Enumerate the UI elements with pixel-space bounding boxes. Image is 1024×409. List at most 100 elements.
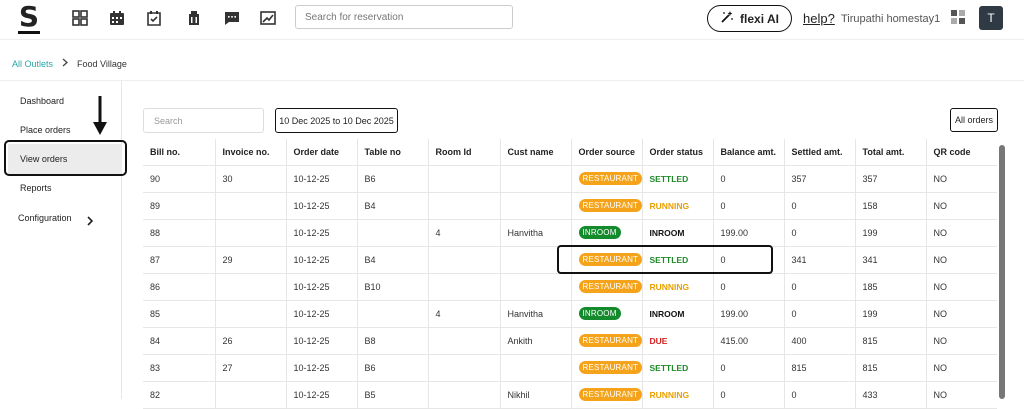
divider bbox=[0, 80, 1024, 81]
table-row[interactable]: 83 27 10-12-25 B6 RESTAURANT SETTLED 0 815 815 NO bbox=[143, 353, 997, 382]
cell-bill: 89 bbox=[143, 191, 216, 220]
orders-filter-select[interactable]: All orders bbox=[950, 108, 998, 132]
cell-settled: 815 bbox=[783, 353, 856, 382]
cell-table: B4 bbox=[356, 245, 429, 274]
breadcrumb: All Outlets Food Village bbox=[12, 58, 127, 69]
calendar-check-icon[interactable] bbox=[145, 9, 163, 27]
column-header: Cust name bbox=[499, 139, 572, 166]
cell-room bbox=[427, 272, 501, 301]
cell-qr: NO bbox=[925, 191, 997, 220]
cell-table bbox=[356, 218, 429, 247]
sidebar-item-place-orders[interactable]: Place orders bbox=[20, 125, 71, 135]
breadcrumb-all-outlets[interactable]: All Outlets bbox=[12, 59, 53, 69]
column-header: Order date bbox=[285, 139, 358, 166]
cell-bill: 87 bbox=[143, 245, 216, 274]
sidebar-item-view-orders[interactable]: View orders bbox=[20, 154, 67, 164]
table-row[interactable]: 86 10-12-25 B10 RESTAURANT RUNNING 0 0 185 NO bbox=[143, 272, 997, 301]
cell-table bbox=[356, 299, 429, 328]
order-status-label: DUE bbox=[649, 335, 668, 346]
cell-total: 199 bbox=[854, 218, 927, 247]
cell-room: 4 bbox=[427, 299, 501, 328]
cell-bill: 84 bbox=[143, 326, 216, 355]
table-row[interactable]: 89 10-12-25 B4 RESTAURANT RUNNING 0 0 158 NO bbox=[143, 191, 997, 220]
table-row[interactable]: 85 10-12-25 4 Hanvitha INROOM INROOM 199.00 0 19… bbox=[143, 299, 997, 328]
cell-invoice: 26 bbox=[214, 326, 287, 355]
cell-settled: 341 bbox=[783, 245, 856, 274]
cell-source: RESTAURANT bbox=[570, 353, 643, 382]
cell-source: RESTAURANT bbox=[570, 326, 643, 355]
app-logo[interactable]: S bbox=[18, 3, 40, 34]
column-header: Room Id bbox=[427, 139, 501, 166]
order-status-label: RUNNING bbox=[649, 389, 690, 400]
cell-room bbox=[427, 380, 501, 409]
annotation-highlight-box bbox=[557, 245, 773, 274]
report-icon[interactable] bbox=[259, 9, 277, 27]
breadcrumb-current: Food Village bbox=[77, 58, 127, 69]
calendar-icon[interactable] bbox=[108, 9, 126, 27]
sidebar-item-configuration[interactable]: Configuration bbox=[18, 213, 72, 223]
sidebar-item-dashboard[interactable]: Dashboard bbox=[20, 96, 64, 106]
cell-balance: 415.00 bbox=[712, 326, 785, 355]
cell-room bbox=[427, 164, 501, 193]
sidebar-item-reports[interactable]: Reports bbox=[20, 183, 52, 193]
cell-source: INROOM bbox=[570, 299, 643, 328]
cell-qr: NO bbox=[925, 272, 997, 301]
cell-qr: NO bbox=[925, 164, 997, 193]
chevron-right-icon[interactable] bbox=[86, 213, 94, 231]
cell-settled: 0 bbox=[783, 299, 856, 328]
column-header: Table no bbox=[356, 139, 429, 166]
cell-cust bbox=[499, 164, 572, 193]
cell-status: RUNNING bbox=[641, 191, 714, 220]
cell-room bbox=[427, 353, 501, 382]
dashboard-icon[interactable] bbox=[71, 9, 89, 27]
cell-table: B6 bbox=[356, 164, 429, 193]
cell-date: 10-12-25 bbox=[285, 326, 358, 355]
help-link[interactable]: help? bbox=[803, 11, 835, 26]
cell-balance: 0 bbox=[712, 353, 785, 382]
cell-source: RESTAURANT bbox=[570, 191, 643, 220]
table-row[interactable]: 90 30 10-12-25 B6 RESTAURANT SETTLED 0 357 357 NO bbox=[143, 164, 997, 193]
cell-total: 199 bbox=[854, 299, 927, 328]
column-header: Total amt. bbox=[854, 139, 927, 166]
order-source-badge: RESTAURANT bbox=[578, 199, 643, 212]
table-row[interactable]: 84 26 10-12-25 B8 Ankith RESTAURANT DUE 415.00 4… bbox=[143, 326, 997, 355]
cell-total: 815 bbox=[854, 326, 927, 355]
table-row[interactable]: 88 10-12-25 4 Hanvitha INROOM INROOM 199.00 0 19… bbox=[143, 218, 997, 247]
order-source-badge: RESTAURANT bbox=[578, 280, 643, 293]
cell-source: RESTAURANT bbox=[570, 272, 643, 301]
apps-grid-icon[interactable] bbox=[951, 10, 965, 24]
table-header-row: Bill no. Invoice no. Order date Table no Roo… bbox=[143, 139, 997, 166]
reservation-search-input[interactable] bbox=[295, 5, 513, 29]
column-header: Bill no. bbox=[143, 139, 216, 166]
user-avatar[interactable]: T bbox=[979, 6, 1003, 30]
cell-table: B5 bbox=[356, 380, 429, 409]
cell-qr: NO bbox=[925, 218, 997, 247]
cell-room bbox=[427, 326, 501, 355]
chat-icon[interactable] bbox=[223, 9, 241, 27]
flexi-ai-button[interactable]: flexi AI bbox=[707, 5, 792, 32]
cell-cust: Hanvitha bbox=[499, 299, 572, 328]
column-header: QR code bbox=[925, 139, 997, 166]
cell-status: SETTLED bbox=[641, 353, 714, 382]
order-source-badge: INROOM bbox=[578, 307, 621, 320]
column-header: Order source bbox=[570, 139, 643, 166]
cell-table: B10 bbox=[356, 272, 429, 301]
cell-settled: 0 bbox=[783, 272, 856, 301]
date-range-picker[interactable]: 10 Dec 2025 to 10 Dec 2025 bbox=[275, 108, 398, 133]
cell-settled: 357 bbox=[783, 164, 856, 193]
order-source-badge: INROOM bbox=[578, 226, 621, 239]
cell-cust bbox=[499, 353, 572, 382]
cell-cust bbox=[499, 272, 572, 301]
table-row[interactable]: 82 10-12-25 B5 Nikhil RESTAURANT RUNNING 0 0 433… bbox=[143, 380, 997, 409]
chevron-right-icon bbox=[61, 58, 69, 69]
property-name[interactable]: Tirupathi homestay1 bbox=[841, 13, 940, 25]
cell-status: INROOM bbox=[641, 299, 714, 328]
cell-total: 341 bbox=[854, 245, 927, 274]
orders-search-input[interactable] bbox=[143, 108, 264, 133]
cell-bill: 85 bbox=[143, 299, 216, 328]
vertical-scrollbar[interactable] bbox=[999, 145, 1005, 399]
cell-settled: 0 bbox=[783, 191, 856, 220]
order-status-label: SETTLED bbox=[649, 173, 689, 184]
housekeeping-icon[interactable] bbox=[185, 9, 203, 27]
cell-cust: Ankith bbox=[499, 326, 572, 355]
